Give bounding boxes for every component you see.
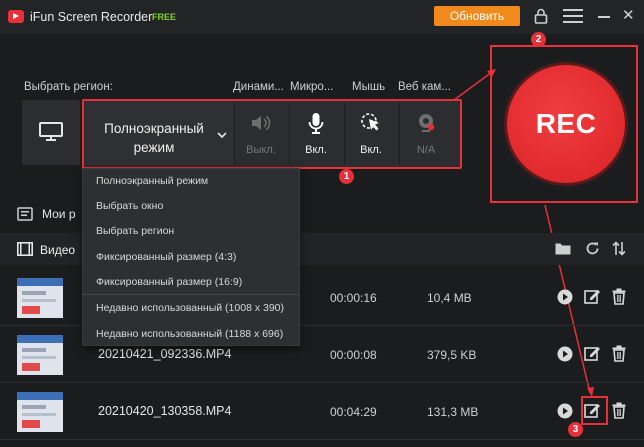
videos-tab[interactable]: Видео — [40, 243, 75, 257]
file-size: 10,4 MB — [427, 291, 472, 305]
dropdown-item-fullscreen[interactable]: Полноэкранный режим — [96, 175, 208, 187]
play-icon[interactable] — [557, 289, 573, 310]
table-row[interactable]: 20210420_130358.MP4 00:04:29 131,3 MB — [0, 384, 644, 440]
my-recordings-label[interactable]: Мои р — [42, 207, 76, 221]
play-icon[interactable] — [557, 403, 573, 424]
mode-dropdown-menu: Полноэкранный режим Выбрать окно Выбрать… — [82, 168, 300, 346]
file-name: 20210420_130358.MP4 — [98, 404, 232, 418]
play-icon[interactable] — [557, 346, 573, 367]
dropdown-item-fixed-16-9[interactable]: Фиксированный размер (16:9) — [96, 276, 242, 288]
annotation-badge-2: 2 — [531, 32, 546, 47]
dropdown-item-recent-1[interactable]: Недавно использованный (1008 x 390) — [96, 302, 284, 314]
edit-icon[interactable] — [584, 288, 601, 310]
dropdown-separator — [83, 294, 299, 295]
dropdown-item-fixed-4-3[interactable]: Фиксированный размер (4:3) — [96, 251, 236, 263]
dropdown-item-window[interactable]: Выбрать окно — [96, 200, 163, 212]
edit-highlight-frame — [581, 396, 608, 425]
sort-icon[interactable] — [612, 241, 626, 261]
my-recordings-icon — [17, 207, 33, 226]
file-duration: 00:00:08 — [330, 348, 377, 362]
video-thumbnail — [17, 392, 63, 432]
annotation-badge-1: 1 — [339, 169, 354, 184]
video-icon — [17, 242, 33, 261]
edit-icon[interactable] — [584, 345, 601, 367]
trash-icon[interactable] — [612, 345, 626, 367]
file-duration: 00:00:16 — [330, 291, 377, 305]
file-size: 379,5 KB — [427, 348, 477, 362]
refresh-icon[interactable] — [585, 241, 600, 261]
dropdown-item-region[interactable]: Выбрать регион — [96, 225, 174, 237]
file-duration: 00:04:29 — [330, 405, 377, 419]
file-name: 20210421_092336.MP4 — [98, 347, 232, 361]
trash-icon[interactable] — [612, 288, 626, 310]
dropdown-item-recent-2[interactable]: Недавно использованный (1188 x 696) — [96, 328, 283, 340]
file-size: 131,3 MB — [427, 405, 479, 419]
folder-icon[interactable] — [555, 242, 571, 260]
video-thumbnail — [17, 335, 63, 375]
trash-icon[interactable] — [612, 402, 626, 424]
video-thumbnail — [17, 278, 63, 318]
